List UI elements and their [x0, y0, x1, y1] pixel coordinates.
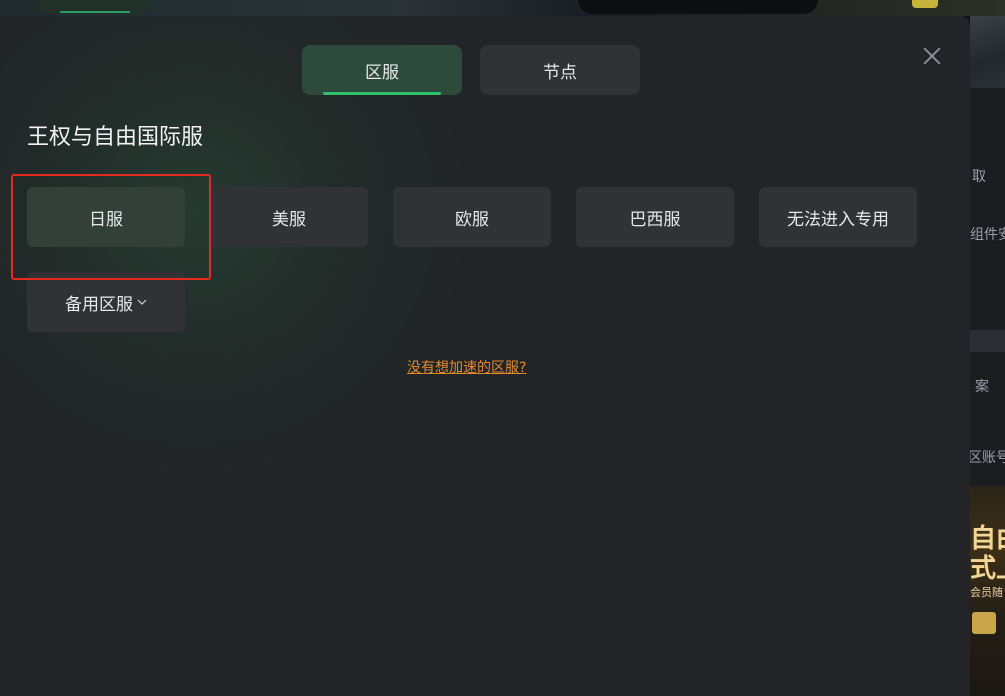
- missing-server-link[interactable]: 没有想加速的区服?: [407, 357, 526, 377]
- background-text: 区账号: [968, 450, 1005, 466]
- server-button-us[interactable]: 美服: [210, 187, 368, 247]
- chevron-down-icon: [137, 299, 147, 305]
- background-tab: [40, 0, 150, 14]
- server-label: 日服: [89, 209, 123, 230]
- server-select-modal: 区服 节点 王权与自由国际服 日服 美服 欧服 巴西服 无法进入专用 备用区服: [0, 16, 970, 696]
- tab-node-label: 节点: [543, 62, 577, 83]
- backup-server-dropdown[interactable]: 备用区服: [27, 272, 185, 332]
- background-image: [970, 16, 1005, 88]
- server-label: 巴西服: [629, 209, 681, 230]
- background-app-header: [0, 0, 1005, 16]
- tab-node[interactable]: 节点: [480, 45, 640, 95]
- active-tab-indicator: [323, 92, 441, 95]
- server-button-japan[interactable]: 日服: [27, 187, 185, 247]
- background-text: 组件安: [970, 227, 1005, 243]
- tab-region[interactable]: 区服: [302, 45, 462, 95]
- background-divider: [970, 330, 1005, 352]
- server-button-brazil[interactable]: 巴西服: [576, 187, 734, 247]
- server-button-eu[interactable]: 欧服: [393, 187, 551, 247]
- server-button-cannot-enter[interactable]: 无法进入专用: [759, 187, 917, 247]
- background-search-bar: [578, 0, 818, 14]
- background-banner-button: [972, 612, 996, 634]
- app-screen: 取 组件安 案 区账号 自由 式上 会员随 区服 节点 王权与自由国际服 日服 …: [0, 0, 1005, 696]
- background-banner-caption: 会员随: [970, 586, 1003, 599]
- server-label: 备用区服: [65, 294, 133, 315]
- tab-region-label: 区服: [365, 62, 399, 83]
- server-label: 美服: [272, 209, 306, 230]
- background-banner-text: 式上: [970, 554, 1005, 584]
- background-text: 取: [972, 169, 986, 185]
- game-title: 王权与自由国际服: [27, 125, 204, 150]
- background-badge: [912, 0, 938, 8]
- background-text: 案: [975, 379, 989, 395]
- server-label: 无法进入专用: [787, 209, 889, 230]
- server-label: 欧服: [455, 209, 489, 230]
- close-icon[interactable]: [920, 44, 944, 68]
